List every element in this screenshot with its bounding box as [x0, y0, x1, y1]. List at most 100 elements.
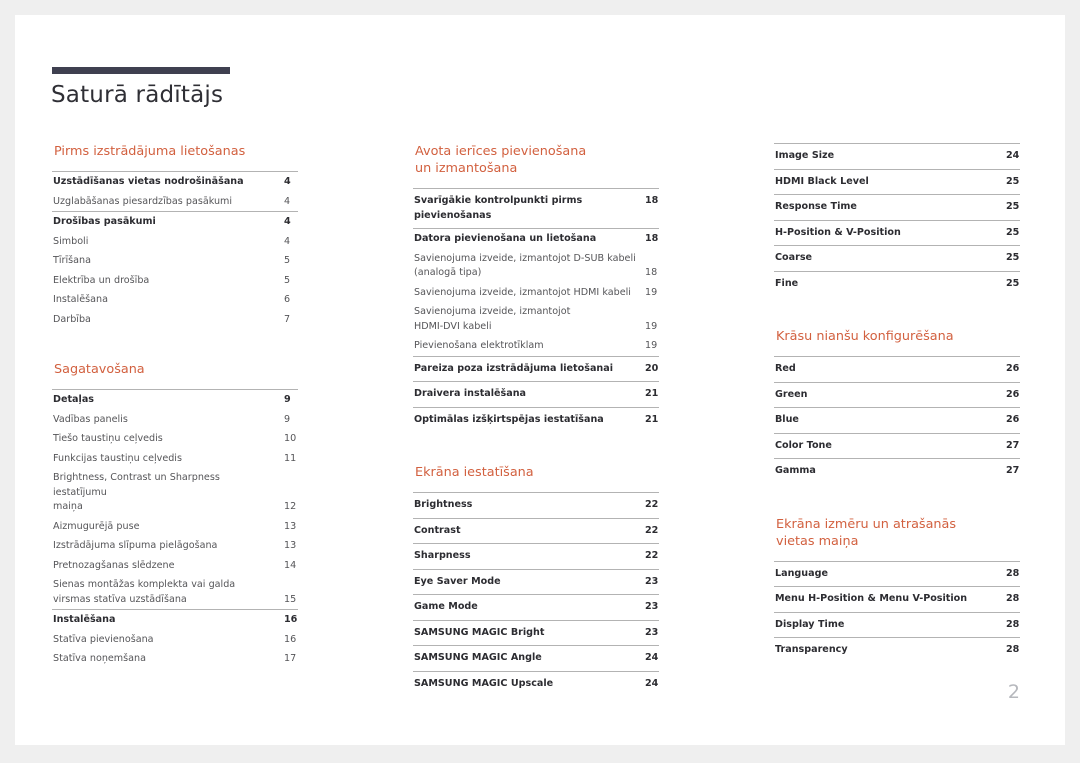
toc-entry[interactable]: Tīrīšana 5	[52, 251, 298, 271]
toc-entry-label: HDMI Black Level	[775, 175, 869, 187]
toc-entry[interactable]: Instalēšana 6	[52, 290, 298, 310]
toc-entry[interactable]: Instalēšana 16	[52, 610, 298, 630]
toc-entry[interactable]: Simboli 4	[52, 232, 298, 252]
toc-entry[interactable]: Gamma 27	[774, 459, 1020, 484]
toc-entry[interactable]: Green 26	[774, 383, 1020, 408]
toc-entry[interactable]: Game Mode 23	[413, 595, 659, 620]
toc-group: Eye Saver Mode 23	[413, 568, 659, 595]
toc-entry[interactable]: Image Size 24	[774, 144, 1020, 169]
toc-entry[interactable]: Sienas montāžas komplekta vai galda virs…	[52, 575, 298, 609]
toc-entry[interactable]: Pareiza poza izstrādājuma lietošanai 20	[413, 357, 659, 382]
toc-entry[interactable]: Brightness, Contrast un Sharpness iestat…	[52, 468, 298, 517]
toc-entry[interactable]: SAMSUNG MAGIC Bright 23	[413, 621, 659, 646]
toc-group: Optimālas izšķirtspējas iestatīšana 21	[413, 406, 659, 433]
toc-entry[interactable]: Savienojuma izveide, izmantojot HDMI-DVI…	[413, 302, 659, 336]
toc-entry-page: 25	[1006, 252, 1020, 263]
toc-entry[interactable]: Aizmugurējā puse 13	[52, 517, 298, 537]
section-heading: Ekrāna iestatīšana	[415, 465, 534, 480]
toc-entry[interactable]: Elektrība un drošība 5	[52, 271, 298, 291]
toc-group: Blue 26	[774, 407, 1020, 433]
toc-entry[interactable]: Pretnozagšanas slēdzene 14	[52, 556, 298, 576]
toc-entry[interactable]: Savienojuma izveide, izmantojot D-SUB ka…	[413, 249, 659, 283]
toc-entry[interactable]: Uzglabāšanas piesardzības pasākumi 4	[52, 192, 298, 212]
toc-group: Detaļas 9 Vadības panelis 9 Tiešo taustiņu c…	[52, 389, 298, 609]
toc-entry[interactable]: Tiešo taustiņu ceļvedis 10	[52, 429, 298, 449]
toc-entry-label: Elektrība un drošība	[53, 274, 150, 286]
toc-entry-label: Savienojuma izveide, izmantojot HDMI-DVI…	[414, 306, 571, 332]
toc-entry[interactable]: H-Position & V-Position 25	[774, 221, 1020, 246]
toc-entry-label: SAMSUNG MAGIC Upscale	[414, 677, 554, 689]
toc-entry[interactable]: Transparency 28	[774, 638, 1020, 663]
toc-column-3: Image Size 24 HDMI Black Level 25 Response T…	[774, 143, 1020, 696]
toc-group: Green 26	[774, 381, 1020, 408]
toc-entry-page: 22	[645, 499, 659, 510]
toc-group: Response Time 25	[774, 194, 1020, 220]
toc-entry-label: Optimālas izšķirtspējas iestatīšana	[414, 413, 604, 425]
toc-entry-page: 28	[1006, 567, 1020, 579]
toc-entry[interactable]: Menu H-Position & Menu V-Position 28	[774, 587, 1020, 612]
toc-entry[interactable]: Color Tone 27	[774, 434, 1020, 459]
toc-entry-label: Contrast	[414, 524, 461, 536]
toc-entry[interactable]: Vadības panelis 9	[52, 410, 298, 430]
section-heading: Avota ierīces pievienošana un izmantošan…	[415, 144, 587, 176]
toc-entry[interactable]: Display Time 28	[774, 613, 1020, 638]
toc-group: Color Tone 27	[774, 432, 1020, 459]
toc-entry[interactable]: HDMI Black Level 25	[774, 170, 1020, 195]
toc-entry-label: Brightness, Contrast un Sharpness iestat…	[53, 472, 220, 512]
toc-entry-label: Instalēšana	[53, 294, 108, 305]
toc-entry[interactable]: Eye Saver Mode 23	[413, 570, 659, 595]
toc-entry-label: Statīva noņemšana	[53, 653, 146, 664]
toc-group: Game Mode 23	[413, 594, 659, 620]
toc-entry[interactable]: Statīva pievienošana 16	[52, 630, 298, 650]
toc-entry[interactable]: SAMSUNG MAGIC Angle 24	[413, 646, 659, 671]
toc-entry-page: 26	[1006, 414, 1020, 425]
toc-entry-label: Izstrādājuma slīpuma pielāgošana	[53, 540, 218, 551]
toc-entry[interactable]: Response Time 25	[774, 195, 1020, 220]
toc-entry[interactable]: Language 28	[774, 562, 1020, 587]
toc-entry-page: 20	[645, 362, 659, 374]
toc-entry-label: SAMSUNG MAGIC Angle	[414, 652, 542, 663]
toc-entry-page: 28	[1006, 593, 1020, 604]
toc-entry[interactable]: Detaļas 9	[52, 390, 298, 410]
toc-entry[interactable]: Coarse 25	[774, 246, 1020, 271]
toc-group: H-Position & V-Position 25	[774, 219, 1020, 246]
toc-group: Red 26	[774, 356, 1020, 382]
toc-entry-label: Blue	[775, 414, 799, 425]
toc-entry[interactable]: Savienojuma izveide, izmantojot HDMI kab…	[413, 283, 659, 303]
toc-entry-page: 10	[284, 433, 297, 444]
toc-group: HDMI Black Level 25	[774, 168, 1020, 195]
toc-section: Avota ierīces pievienošana un izmantošan…	[413, 143, 659, 432]
toc-entry[interactable]: Draivera instalēšana 21	[413, 382, 659, 407]
toc-group: Menu H-Position & Menu V-Position 28	[774, 586, 1020, 612]
toc-entry-page: 23	[645, 626, 659, 638]
toc-entry-page: 5	[284, 274, 291, 286]
toc-entry-label: H-Position & V-Position	[775, 226, 901, 238]
section-heading: Sagatavošana	[54, 362, 145, 377]
toc-entry[interactable]: Uzstādīšanas vietas nodrošināšana 4	[52, 172, 298, 192]
toc-entry[interactable]: Svarīgākie kontrolpunkti pirms pievienoš…	[413, 189, 659, 228]
toc-entry[interactable]: Funkcijas taustiņu ceļvedis 11	[52, 449, 298, 469]
toc-entry[interactable]: Brightness 22	[413, 493, 659, 518]
toc-entry-label: Sharpness	[414, 550, 471, 561]
toc-entry[interactable]: Statīva noņemšana 17	[52, 649, 298, 669]
toc-entry[interactable]: Drošības pasākumi 4	[52, 212, 298, 232]
toc-entry-label: SAMSUNG MAGIC Bright	[414, 626, 545, 638]
toc-entry[interactable]: Contrast 22	[413, 519, 659, 544]
toc-entry[interactable]: Darbība 7	[52, 310, 298, 330]
toc-entry[interactable]: SAMSUNG MAGIC Upscale 24	[413, 672, 659, 697]
toc-entry[interactable]: Fine 25	[774, 272, 1020, 297]
toc-entry-page: 6	[284, 294, 291, 305]
toc-entry[interactable]: Izstrādājuma slīpuma pielāgošana 13	[52, 536, 298, 556]
toc-entry-page: 28	[1006, 618, 1020, 630]
toc-entry[interactable]: Datora pievienošana un lietošana 18	[413, 229, 659, 249]
toc-entry[interactable]: Pievienošana elektrotīklam 19	[413, 336, 659, 356]
toc-entry[interactable]: Red 26	[774, 357, 1020, 382]
toc-entry[interactable]: Blue 26	[774, 408, 1020, 433]
document-page: Saturā rādītājs Pirms izstrādājuma lieto…	[15, 15, 1065, 745]
toc-entry[interactable]: Optimālas izšķirtspējas iestatīšana 21	[413, 408, 659, 433]
toc-entry-label: Vadības panelis	[53, 413, 128, 425]
toc-entry-label: Funkcijas taustiņu ceļvedis	[53, 452, 182, 464]
toc-entry[interactable]: Sharpness 22	[413, 544, 659, 569]
toc-entry-page: 23	[645, 601, 659, 612]
toc-group: Drošības pasākumi 4 Simboli 4 Tīrīšana 5 Elekt…	[52, 211, 298, 329]
